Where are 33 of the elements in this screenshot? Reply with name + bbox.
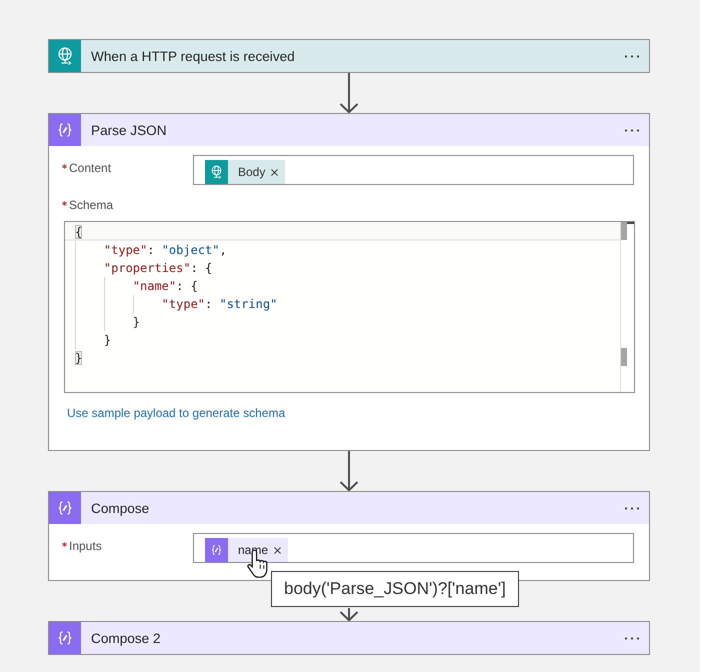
card-title: When a HTTP request is received	[91, 48, 296, 64]
scrollbar[interactable]	[620, 222, 634, 392]
close-icon[interactable]	[274, 546, 282, 554]
close-icon[interactable]	[271, 168, 278, 176]
more-icon[interactable]	[625, 54, 639, 58]
sample-payload-link[interactable]: Use sample payload to generate schema	[67, 406, 286, 421]
tooltip: body('Parse_JSON')?['name']	[271, 571, 519, 607]
code-line: "properties": {	[104, 260, 212, 277]
connector-arrow	[339, 73, 359, 113]
more-icon[interactable]	[625, 636, 639, 640]
more-icon[interactable]	[625, 128, 639, 132]
braces-pencil-icon	[205, 538, 228, 562]
connector-arrow	[339, 451, 359, 491]
code-line: }	[132, 314, 140, 331]
code-line: }	[104, 332, 112, 349]
card-header[interactable]: Compose 2	[49, 622, 649, 654]
code-line: "type": "string"	[162, 296, 278, 313]
card-title: Parse JSON	[91, 122, 168, 138]
card-header[interactable]: Compose	[49, 492, 649, 524]
globe-icon	[205, 160, 228, 184]
card-title: Compose	[91, 500, 150, 516]
more-icon[interactable]	[625, 506, 639, 510]
field-label: Inputs	[69, 539, 102, 554]
field-label: Schema	[69, 198, 114, 213]
card-header[interactable]: When a HTTP request is received	[49, 40, 649, 72]
card-header[interactable]: Parse JSON	[49, 114, 649, 146]
code-line: "type": "object",	[104, 242, 227, 259]
card-title: Compose 2	[91, 630, 162, 646]
code-editor[interactable]: { "type": "object", "properties": { "name": { "type": "string" } } }	[64, 221, 635, 393]
field-label: Content	[69, 161, 112, 176]
code-line: "name": {	[132, 278, 198, 295]
input-field[interactable]: Body	[193, 155, 634, 185]
token-chip[interactable]: Body	[205, 160, 286, 184]
